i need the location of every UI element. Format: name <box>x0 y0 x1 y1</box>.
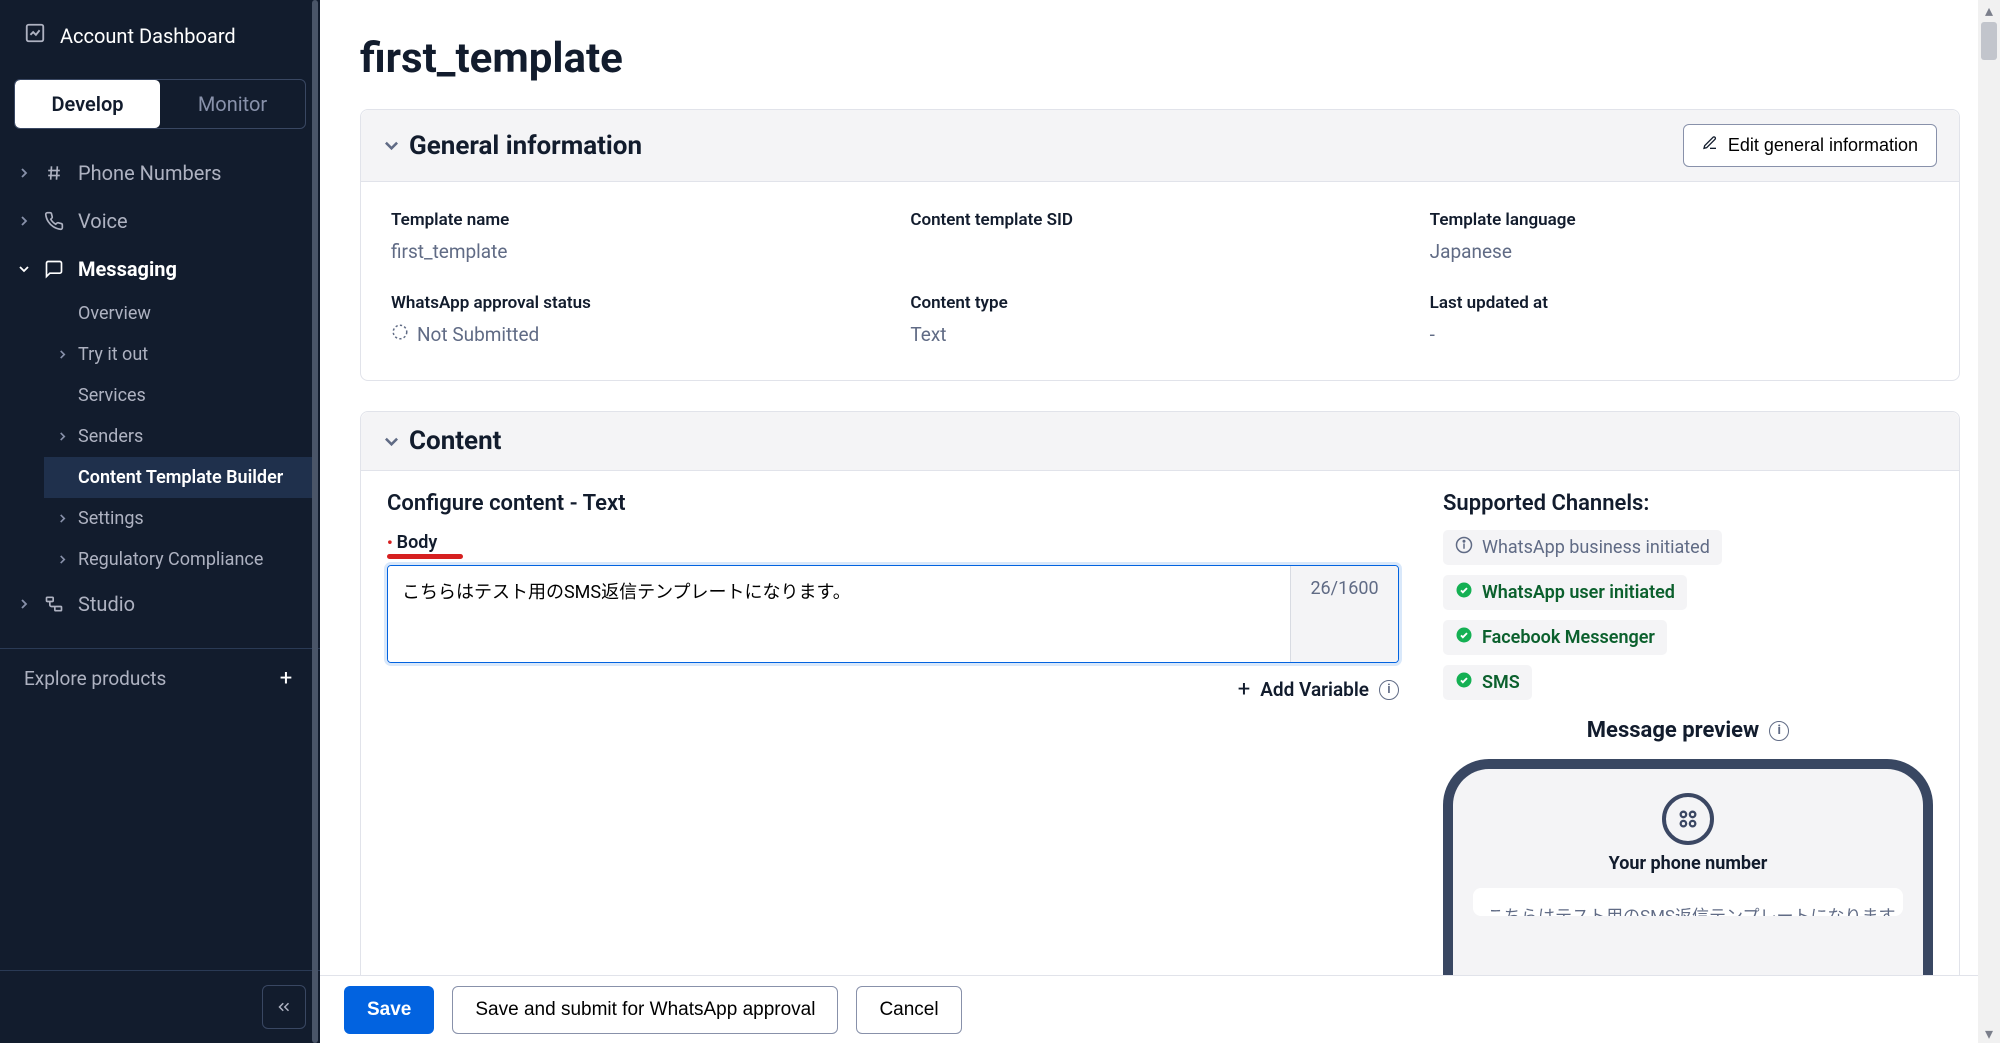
nav-voice-label: Voice <box>78 209 128 233</box>
scroll-thumb[interactable] <box>1981 22 1997 60</box>
configure-content-title: Configure content - Text <box>387 491 1399 516</box>
phone-preview-message: こちらはテスト用のSMS返信テンプレートになります。 <box>1473 888 1903 916</box>
content-type-value: Text <box>910 323 1409 346</box>
supported-channels-title: Supported Channels: <box>1443 491 1933 516</box>
sidebar-item-try-it-out[interactable]: Try it out <box>54 334 320 375</box>
phone-icon <box>42 211 66 231</box>
account-dashboard-label: Account Dashboard <box>60 24 236 48</box>
sidebar-scrollbar[interactable] <box>312 0 318 1043</box>
nav-phone-numbers[interactable]: Phone Numbers <box>0 149 320 197</box>
status-dashed-icon <box>391 323 409 346</box>
sidebar-item-content-template-builder[interactable]: Content Template Builder <box>44 457 314 498</box>
nav-studio[interactable]: Studio <box>0 580 320 628</box>
footer-bar: Save Save and submit for WhatsApp approv… <box>320 975 2000 1043</box>
scroll-up-icon[interactable]: ▴ <box>1981 2 1997 18</box>
template-name-label: Template name <box>391 210 890 230</box>
info-icon <box>1455 536 1473 559</box>
plus-icon: + <box>276 669 296 689</box>
channel-sms: SMS <box>1443 665 1532 700</box>
template-name-value: first_template <box>391 240 890 263</box>
chevron-right-icon <box>56 350 68 359</box>
chevron-right-icon <box>18 599 30 609</box>
general-info-panel: General information Edit general informa… <box>360 109 1960 381</box>
sidebar-tabs: Develop Monitor <box>14 79 306 129</box>
chevron-down-icon[interactable] <box>381 434 400 448</box>
body-field-container: 26/1600 <box>387 565 1399 663</box>
save-submit-button[interactable]: Save and submit for WhatsApp approval <box>452 986 838 1034</box>
scroll-down-icon[interactable]: ▾ <box>1981 1025 1997 1041</box>
sid-label: Content template SID <box>910 210 1409 230</box>
message-preview-title: Message preview i <box>1443 718 1933 743</box>
content-type-label: Content type <box>910 293 1409 313</box>
collapse-sidebar-button[interactable] <box>262 985 306 1029</box>
tab-monitor[interactable]: Monitor <box>160 80 305 128</box>
content-panel: Content Configure content - Text •Body 2… <box>360 411 1960 975</box>
channel-whatsapp-user: WhatsApp user initiated <box>1443 575 1687 610</box>
info-icon[interactable]: i <box>1769 721 1789 741</box>
sidebar-item-settings[interactable]: Settings <box>54 498 320 539</box>
body-char-count: 26/1600 <box>1290 566 1398 662</box>
cancel-button[interactable]: Cancel <box>856 986 961 1034</box>
chevrons-left-icon <box>275 998 293 1016</box>
wa-status-value: Not Submitted <box>391 323 890 346</box>
check-circle-icon <box>1455 626 1473 649</box>
plus-icon: + <box>1238 677 1250 702</box>
hash-icon <box>42 163 66 183</box>
body-textarea[interactable] <box>388 566 1290 662</box>
updated-value: - <box>1430 323 1929 346</box>
channel-whatsapp-business: WhatsApp business initiated <box>1443 530 1722 565</box>
chevron-right-icon <box>18 216 30 226</box>
sidebar-item-senders[interactable]: Senders <box>54 416 320 457</box>
sidebar: Account Dashboard Develop Monitor Phone … <box>0 0 320 1043</box>
chevron-right-icon <box>56 432 68 441</box>
tab-develop[interactable]: Develop <box>15 80 160 128</box>
sidebar-item-regulatory[interactable]: Regulatory Compliance <box>54 539 320 580</box>
nav-studio-label: Studio <box>78 592 135 616</box>
phone-number-label: Your phone number <box>1469 853 1907 874</box>
wa-status-label: WhatsApp approval status <box>391 293 890 313</box>
dashboard-icon <box>24 22 46 49</box>
page-scrollbar[interactable]: ▴ ▾ <box>1978 0 2000 1043</box>
chevron-right-icon <box>56 514 68 523</box>
general-info-title: General information <box>409 131 642 161</box>
body-field-label: •Body <box>387 532 437 553</box>
pencil-icon <box>1702 135 1718 156</box>
red-underline-annotation <box>387 554 463 559</box>
flow-icon <box>42 594 66 614</box>
nav-messaging-label: Messaging <box>78 257 177 281</box>
main: first_template General information Edit … <box>320 0 2000 1043</box>
check-circle-icon <box>1455 581 1473 604</box>
language-value: Japanese <box>1430 240 1929 263</box>
chevron-right-icon <box>56 555 68 564</box>
sidebar-item-overview[interactable]: Overview <box>54 293 320 334</box>
account-dashboard-link[interactable]: Account Dashboard <box>0 0 320 71</box>
explore-products[interactable]: Explore products + <box>0 648 320 708</box>
updated-label: Last updated at <box>1430 293 1929 313</box>
nav-phone-numbers-label: Phone Numbers <box>78 161 221 185</box>
chevron-right-icon <box>18 168 30 178</box>
nav-voice[interactable]: Voice <box>0 197 320 245</box>
language-label: Template language <box>1430 210 1929 230</box>
chat-icon <box>42 259 66 279</box>
phone-preview: Your phone number こちらはテスト用のSMS返信テンプレートにな… <box>1443 759 1933 975</box>
content-title: Content <box>409 426 501 456</box>
chevron-down-icon[interactable] <box>381 139 400 153</box>
nav-messaging[interactable]: Messaging <box>0 245 320 293</box>
phone-avatar-icon <box>1662 793 1714 845</box>
add-variable-button[interactable]: + Add Variable i <box>387 677 1399 702</box>
check-circle-icon <box>1455 671 1473 694</box>
channel-facebook-messenger: Facebook Messenger <box>1443 620 1667 655</box>
info-icon[interactable]: i <box>1379 680 1399 700</box>
sidebar-item-services[interactable]: Services <box>54 375 320 416</box>
chevron-down-icon <box>18 264 30 274</box>
page-title: first_template <box>360 0 1960 109</box>
save-button[interactable]: Save <box>344 986 434 1034</box>
edit-general-info-button[interactable]: Edit general information <box>1683 124 1937 167</box>
